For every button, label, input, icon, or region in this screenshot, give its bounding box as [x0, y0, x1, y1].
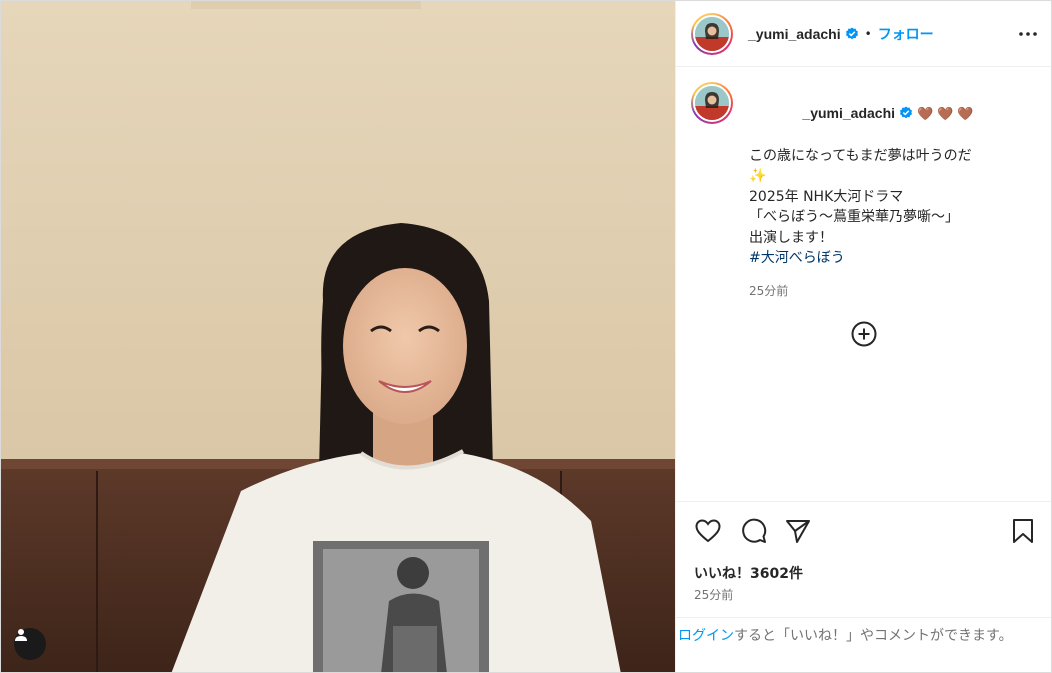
- brown-heart-emoji: 🤎: [957, 106, 974, 122]
- avatar-image: [695, 16, 729, 51]
- caption-line: この歳になってもまだ夢は叶うのだ: [749, 147, 972, 164]
- caption-username[interactable]: _yumi_adachi: [802, 105, 895, 121]
- action-bar: [676, 501, 1051, 561]
- bookmark-icon: [1013, 519, 1033, 543]
- brown-heart-emoji: 🤎: [937, 106, 954, 122]
- verified-badge-icon: [845, 27, 859, 41]
- more-options-button[interactable]: [1016, 23, 1040, 45]
- user-tag-icon: [15, 629, 27, 641]
- caption-timestamp: 25分前: [749, 283, 789, 298]
- post-photo[interactable]: [1, 1, 675, 672]
- comment-button[interactable]: [740, 517, 768, 545]
- like-count[interactable]: いいね！3602件: [694, 563, 803, 583]
- caption-area: _yumi_adachi 🤎 🤎 🤎 この歳になってもまだ夢は叶うのだ ✨ 2025年…: [676, 68, 1051, 500]
- caption-line: 2025年 NHK大河ドラマ: [749, 188, 904, 205]
- caption-line: 「べらぼう〜蔦重栄華乃夢噺〜」: [749, 209, 959, 225]
- more-options-icon: [1019, 32, 1037, 36]
- share-button[interactable]: [784, 517, 812, 545]
- post-header: _yumi_adachi • フォロー: [676, 1, 1051, 67]
- login-prompt: ログインすると「いいね！」やコメントができます。: [676, 617, 1051, 672]
- heart-emojis: 🤎 🤎 🤎: [913, 106, 974, 122]
- caption-text: _yumi_adachi 🤎 🤎 🤎 この歳になってもまだ夢は叶うのだ ✨ 2025年…: [749, 82, 1038, 301]
- heart-icon: [695, 519, 721, 543]
- follow-button[interactable]: フォロー: [878, 24, 934, 44]
- caption-author-avatar[interactable]: [691, 82, 733, 124]
- plus-circle-icon: [851, 321, 877, 347]
- post-timestamp: 25分前: [694, 588, 734, 602]
- comment-icon: [742, 518, 767, 543]
- caption-line: ✨: [749, 168, 767, 184]
- tag-people-button[interactable]: [14, 628, 46, 660]
- login-link[interactable]: ログイン: [678, 628, 734, 644]
- author-username[interactable]: _yumi_adachi: [748, 26, 841, 42]
- verified-badge-icon: [899, 106, 913, 120]
- avatar-image: [695, 86, 729, 120]
- load-more-comments-button[interactable]: [850, 320, 878, 348]
- photo-illustration: [1, 1, 675, 672]
- send-icon: [786, 520, 810, 543]
- hashtag-link[interactable]: #大河べらぼう: [749, 248, 1038, 269]
- save-button[interactable]: [1009, 517, 1037, 545]
- like-button[interactable]: [694, 517, 722, 545]
- login-prompt-text: すると「いいね！」やコメントができます。: [734, 628, 1013, 644]
- author-avatar[interactable]: [691, 12, 733, 55]
- brown-heart-emoji: 🤎: [917, 106, 934, 122]
- header-separator: •: [864, 26, 872, 41]
- caption-line: 出演します！: [749, 229, 833, 246]
- post-side-panel: _yumi_adachi • フォロー _yumi_adachi 🤎 🤎 🤎 こ…: [675, 1, 1051, 672]
- instagram-post: _yumi_adachi • フォロー _yumi_adachi 🤎 🤎 🤎 こ…: [0, 0, 1052, 673]
